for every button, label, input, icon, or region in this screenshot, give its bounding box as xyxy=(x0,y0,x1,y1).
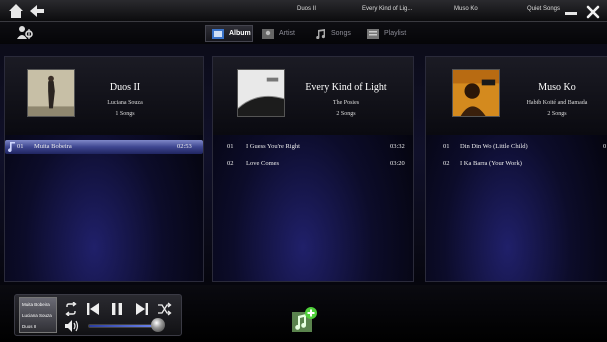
shuffle-icon[interactable] xyxy=(158,302,172,316)
now-playing-album: Duos II xyxy=(22,324,37,329)
album-song-count: 2 Songs xyxy=(336,111,356,117)
album-cover[interactable] xyxy=(237,69,285,117)
album-song-count: 2 Songs xyxy=(547,111,567,117)
track-name: Muita Bobeira xyxy=(34,143,72,150)
track-duration: 03:32 xyxy=(390,143,405,150)
track-row[interactable]: 01 Muita Bobeira 02:53 xyxy=(5,140,203,154)
tab-playlist[interactable]: Playlist xyxy=(361,25,411,42)
artist-icon xyxy=(262,28,274,39)
pause-icon[interactable] xyxy=(110,302,124,316)
album-artist: Luciana Souza xyxy=(107,100,143,106)
music-player-app: Duos II Every Kind of Lig... Muso Ko Qui… xyxy=(0,0,607,342)
track-number: 02 xyxy=(443,160,450,167)
home-icon[interactable] xyxy=(8,3,24,19)
top-tab-album-1[interactable]: Duos II xyxy=(297,6,316,12)
track-number: 02 xyxy=(227,160,234,167)
now-playing-thumbnail[interactable]: Muita Bobeira Luciana Souza Duos II xyxy=(19,297,57,333)
track-number: 01 xyxy=(443,143,450,150)
add-music-icon[interactable] xyxy=(290,306,318,334)
track-name: Din Din Wo (Little Child) xyxy=(460,143,528,150)
now-playing-title: Muita Bobeira xyxy=(22,302,50,307)
tab-artist[interactable]: Artist xyxy=(256,25,302,42)
tab-songs[interactable]: Songs xyxy=(308,25,358,42)
track-row[interactable]: 01 Din Din Wo (Little Child) 0 xyxy=(426,140,607,154)
close-icon[interactable] xyxy=(586,5,600,19)
tab-album-label: Album xyxy=(229,30,251,37)
track-row[interactable]: 02 I Ka Barra (Your Work) xyxy=(426,157,607,171)
minimize-icon[interactable] xyxy=(565,12,577,15)
track-duration: 02:53 xyxy=(177,143,192,150)
volume-level xyxy=(89,325,158,327)
track-number: 01 xyxy=(227,143,234,150)
album-title: Every Kind of Light xyxy=(305,82,387,93)
tab-artist-label: Artist xyxy=(279,30,295,37)
top-tab-album-2[interactable]: Every Kind of Lig... xyxy=(362,6,412,12)
previous-track-icon[interactable] xyxy=(86,302,100,316)
album-cover[interactable] xyxy=(452,69,500,117)
tab-playlist-label: Playlist xyxy=(384,30,407,37)
top-tab-playlist[interactable]: Quiet Songs xyxy=(527,6,560,12)
track-name: I Ka Barra (Your Work) xyxy=(460,160,522,167)
album-cover[interactable] xyxy=(27,69,75,117)
track-row[interactable]: 02 Love Comes 03:20 xyxy=(213,157,413,171)
music-note-icon xyxy=(8,142,15,152)
album-icon xyxy=(212,28,224,39)
album-artist: Habib Koité and Bamada xyxy=(526,100,588,106)
music-note-icon xyxy=(316,28,326,39)
now-playing-artist: Luciana Souza xyxy=(22,313,52,318)
playlist-icon xyxy=(367,28,379,39)
track-number: 01 xyxy=(17,143,24,150)
volume-icon[interactable] xyxy=(64,319,80,333)
tab-album[interactable]: Album xyxy=(205,25,253,42)
volume-handle[interactable] xyxy=(150,318,165,332)
track-duration: 03:20 xyxy=(390,160,405,167)
top-tab-album-3[interactable]: Muso Ko xyxy=(454,6,478,12)
next-track-icon[interactable] xyxy=(135,302,149,316)
user-settings-icon[interactable] xyxy=(16,25,34,41)
album-artist: The Posies xyxy=(332,100,360,106)
album-song-count: 1 Songs xyxy=(115,111,135,117)
album-title: Muso Ko xyxy=(538,82,576,93)
top-bar: Duos II Every Kind of Lig... Muso Ko Qui… xyxy=(0,0,607,22)
track-name: Love Comes xyxy=(246,160,280,167)
album-panel-duos-ii[interactable]: Duos II Luciana Souza 1 Songs 01 Muita B… xyxy=(4,56,204,282)
back-arrow-icon[interactable] xyxy=(29,3,45,19)
track-row[interactable]: 01 I Guess You're Right 03:32 xyxy=(213,140,413,154)
filter-bar: Album Artist Songs Playlist xyxy=(0,22,607,44)
track-duration: 0 xyxy=(603,143,607,150)
repeat-icon[interactable] xyxy=(64,302,78,316)
track-name: I Guess You're Right xyxy=(246,143,300,150)
tab-songs-label: Songs xyxy=(331,30,351,37)
album-panel-every-kind-of-light[interactable]: Every Kind of Light The Posies 2 Songs 0… xyxy=(212,56,414,282)
album-title: Duos II xyxy=(109,82,141,93)
album-panel-muso-ko[interactable]: Muso Ko Habib Koité and Bamada 2 Songs 0… xyxy=(425,56,607,282)
